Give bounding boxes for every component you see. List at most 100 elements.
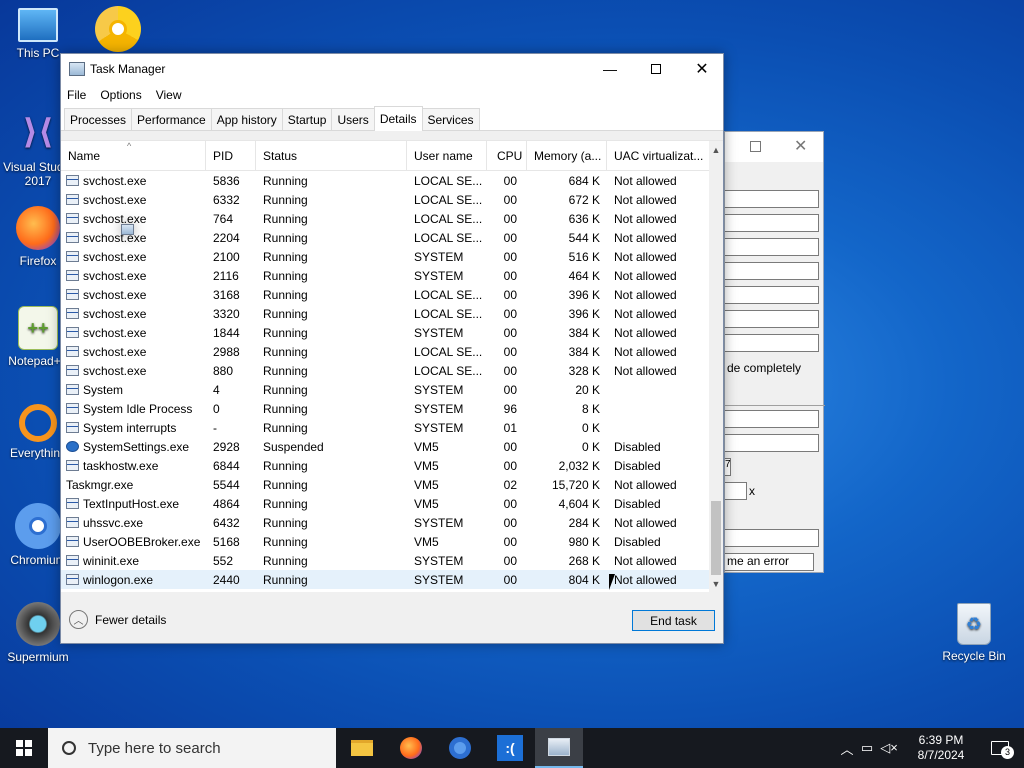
tab-users[interactable]: Users (331, 108, 375, 130)
user-name-cell: LOCAL SE... (414, 363, 483, 378)
table-row[interactable]: svchost.exe 764 Running LOCAL SE... 00 636 KN… (61, 209, 709, 228)
table-row[interactable]: svchost.exe 880 Running LOCAL SE... 00 328 K N… (61, 361, 709, 380)
tab-app-history[interactable]: App history (210, 108, 283, 130)
titlebar[interactable]: Task Manager — ✕ (61, 54, 723, 84)
notification-button[interactable]: 3 (980, 728, 1020, 768)
table-row[interactable]: svchost.exe 2988 Running LOCAL SE... 00 384 K… (61, 342, 709, 361)
background-dialog-titlebar: ✕ (725, 132, 823, 162)
search-icon (62, 741, 76, 755)
table-row[interactable]: svchost.exe 3320 Running LOCAL SE... 00 396 K… (61, 304, 709, 323)
table-row[interactable]: svchost.exe 6332 Running LOCAL SE... 00 672 K… (61, 190, 709, 209)
background-field[interactable] (725, 529, 819, 547)
table-row[interactable]: System Idle Process 0 Running SYSTEM 96 8 K (61, 399, 709, 418)
table-row[interactable]: UserOOBEBroker.exe 5168 Running VM5 00 980 K D… (61, 532, 709, 551)
fewer-details-button[interactable]: ︿ Fewer details (69, 610, 166, 629)
menu-options[interactable]: Options (100, 88, 141, 102)
table-row[interactable]: svchost.exe 2204 Running LOCAL SE... 00 544 K… (61, 228, 709, 247)
user-name-cell: SYSTEM (414, 401, 464, 416)
tab-performance[interactable]: Performance (131, 108, 212, 130)
background-field[interactable] (725, 238, 819, 256)
user-name-cell: LOCAL SE... (414, 230, 483, 245)
table-row[interactable]: uhssvc.exe 6432 Running SYSTEM 00 284 K Not al… (61, 513, 709, 532)
taskbar-search[interactable]: Type here to search (48, 728, 336, 768)
background-field[interactable] (725, 214, 819, 232)
background-field[interactable] (725, 434, 819, 452)
column-header-name[interactable]: Name ^ (61, 141, 206, 171)
table-row[interactable]: svchost.exe 3168 Running LOCAL SE... 00 396 K… (61, 285, 709, 304)
table-row[interactable]: svchost.exe 1844 Running SYSTEM 00 384 K Not a… (61, 323, 709, 342)
column-header-uac[interactable]: UAC virtualizat... (607, 141, 709, 171)
scrollbar-thumb[interactable] (711, 501, 721, 575)
table-row[interactable]: svchost.exe 2100 Running SYSTEM 00 516 K Not a… (61, 247, 709, 266)
column-header-memory[interactable]: Memory (a... (527, 141, 607, 171)
process-icon (66, 327, 79, 338)
column-header-pid[interactable]: PID (206, 141, 256, 171)
chrome-icon (95, 6, 141, 52)
pid-cell: 5836 (213, 173, 240, 188)
background-button[interactable]: me an error (725, 553, 814, 571)
table-row[interactable]: taskhostw.exe 6844 Running VM5 00 2,032 K Disa… (61, 456, 709, 475)
user-name-cell: LOCAL SE... (414, 173, 483, 188)
tab-processes[interactable]: Processes (64, 108, 133, 130)
column-header-user-name[interactable]: User name (407, 141, 487, 171)
background-field[interactable] (725, 286, 819, 304)
taskbar-chromium[interactable] (436, 728, 484, 768)
status-cell: Running (263, 325, 308, 340)
menu-file[interactable]: File (67, 88, 86, 102)
scroll-down-icon[interactable]: ▼ (709, 575, 723, 592)
table-row[interactable]: svchost.exe 2116 Running SYSTEM 00 464 K Not a… (61, 266, 709, 285)
table-row[interactable]: svchost.exe 5836 Running LOCAL SE... 00 684 K… (61, 171, 709, 190)
close-icon[interactable]: ✕ (794, 136, 807, 156)
background-field[interactable] (725, 262, 819, 280)
process-icon (66, 517, 79, 528)
background-small-field[interactable]: 7 (725, 458, 731, 476)
chevron-up-icon[interactable]: ︿ (838, 739, 856, 758)
background-field[interactable] (725, 410, 819, 428)
task-manager-window[interactable]: Task Manager — ✕ File Options View Proce… (60, 53, 724, 644)
table-row[interactable]: Taskmgr.exe 5544 Running VM5 02 15,720 K Not a… (61, 224, 709, 494)
background-field[interactable] (725, 310, 819, 328)
table-row[interactable]: System 4 Running SYSTEM 00 20 K (61, 380, 709, 399)
table-row[interactable]: wininit.exe 552 Running SYSTEM 00 268 K Not al… (61, 551, 709, 570)
column-header-status[interactable]: Status (256, 141, 407, 171)
tab-startup[interactable]: Startup (281, 108, 333, 130)
taskbar-clock[interactable]: 6:39 PM 8/7/2024 (909, 733, 973, 763)
speaker-muted-icon[interactable]: ◁× (878, 740, 900, 756)
vertical-scrollbar[interactable]: ▲ ▼ (709, 141, 723, 592)
details-list[interactable]: Name ^ PID Status User name CPU Memory (… (61, 140, 723, 592)
tab-services[interactable]: Services (421, 108, 480, 130)
maximize-button[interactable] (633, 54, 679, 84)
column-header-row: Name ^ PID Status User name CPU Memory (… (61, 141, 709, 171)
menu-view[interactable]: View (156, 88, 182, 102)
close-icon: ✕ (695, 61, 709, 78)
background-field[interactable] (725, 190, 819, 208)
taskbar-file-explorer[interactable] (338, 728, 386, 768)
status-cell: Running (263, 192, 308, 207)
desktop-icon-chrome[interactable] (80, 6, 156, 56)
table-row[interactable]: TextInputHost.exe 4864 Running VM5 00 4,604 K… (61, 494, 709, 513)
minimize-button[interactable]: — (587, 54, 633, 84)
memory-cell: 464 K (568, 268, 600, 283)
maximize-icon[interactable] (750, 141, 761, 152)
table-row[interactable]: SystemSettings.exe 2928 Suspended VM5 00 0 K D… (61, 437, 709, 456)
taskbar-task-manager[interactable] (535, 728, 583, 768)
scroll-up-icon[interactable]: ▲ (709, 141, 723, 158)
network-icon[interactable]: ▭ (856, 740, 878, 756)
column-header-cpu[interactable]: CPU (487, 141, 527, 171)
status-cell: Running (263, 572, 308, 587)
status-cell: Running (263, 534, 308, 549)
end-task-button[interactable]: End task (632, 610, 715, 631)
table-row[interactable]: System interrupts - Running SYSTEM 01 0 K (61, 418, 709, 437)
tab-details[interactable]: Details (373, 106, 423, 131)
background-field[interactable] (725, 334, 819, 352)
start-button[interactable] (0, 728, 48, 768)
pid-cell: 4864 (213, 496, 240, 511)
desktop-icon-recycle-bin[interactable]: ♻ Recycle Bin (936, 603, 1012, 663)
close-button[interactable]: ✕ (679, 54, 725, 84)
taskbar-app-sad-face[interactable]: :( (486, 728, 534, 768)
taskbar-firefox[interactable] (387, 728, 435, 768)
background-small-input[interactable] (725, 482, 747, 500)
background-dialog[interactable]: ✕ de completely 7 x me an error (724, 131, 825, 573)
uac-cell: Disabled (614, 439, 661, 454)
status-cell: Running (263, 515, 308, 530)
